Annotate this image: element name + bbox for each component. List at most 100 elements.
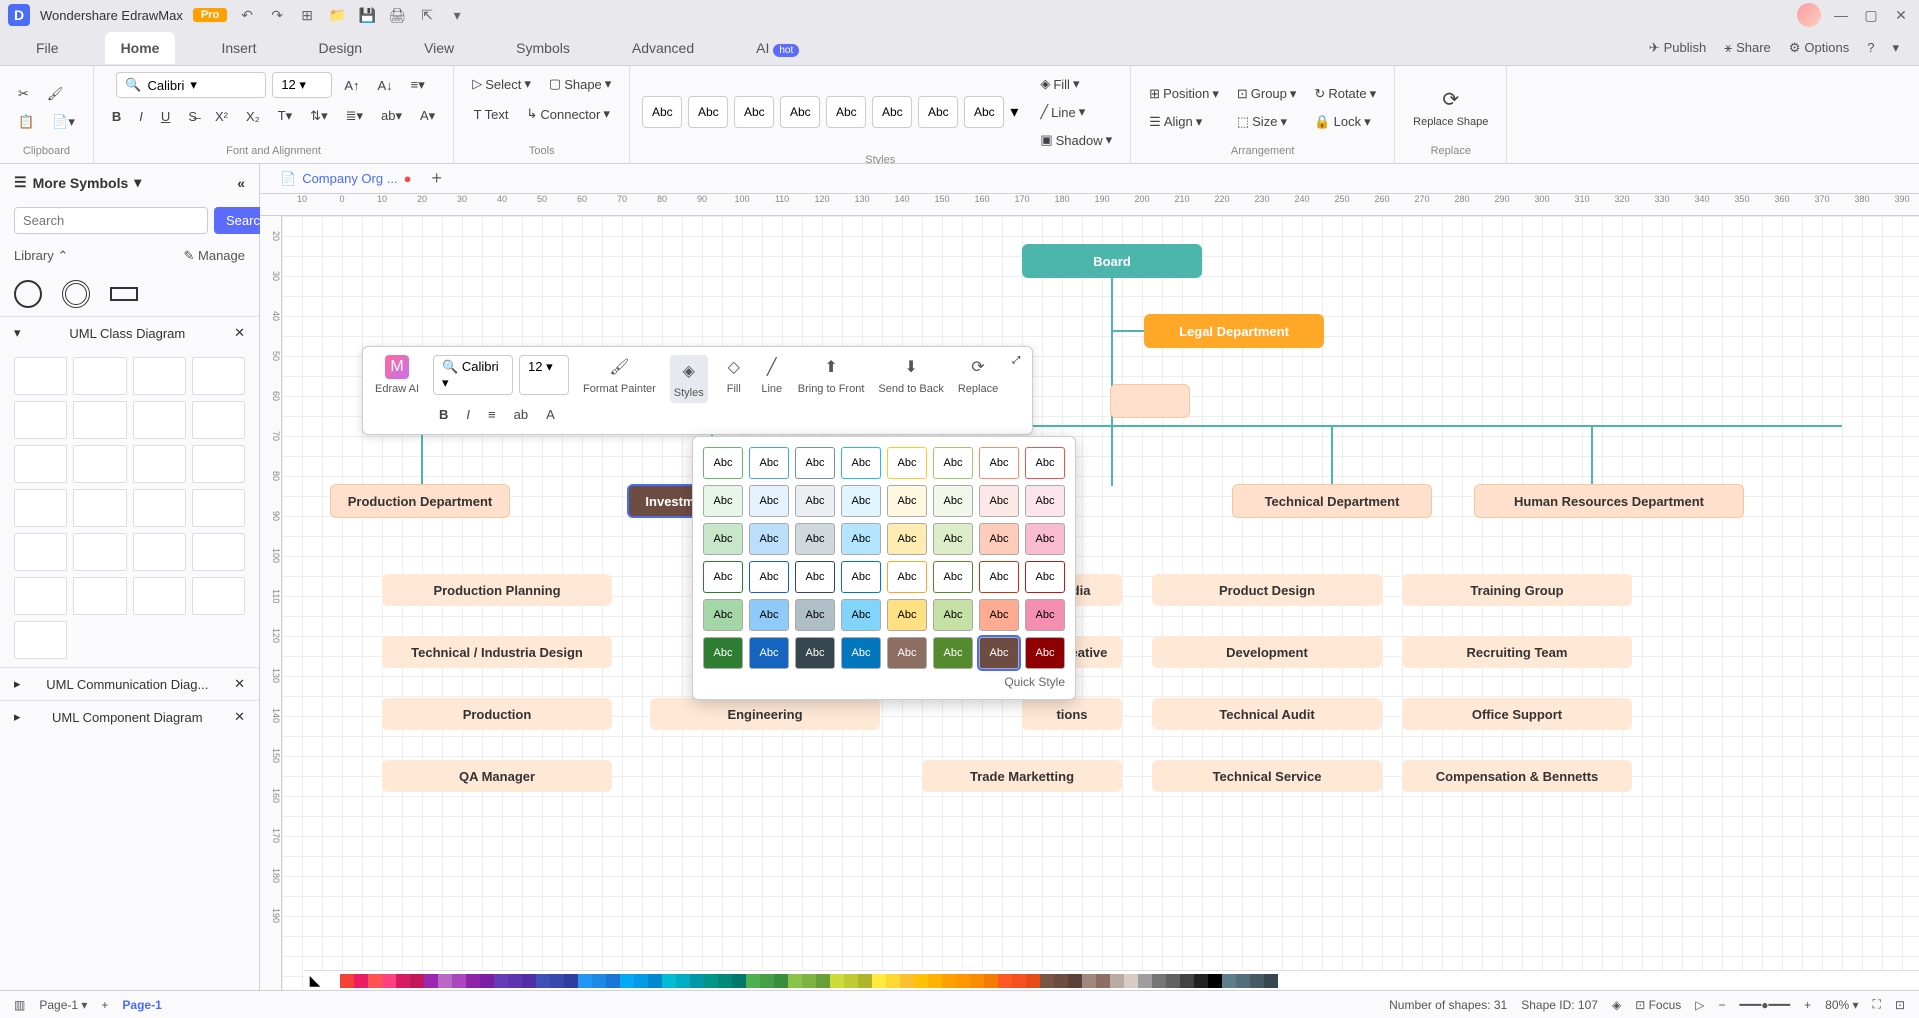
shape-thumb[interactable] [14, 401, 67, 439]
shape-thumb[interactable] [192, 489, 245, 527]
publish-button[interactable]: ✈ Publish [1649, 40, 1707, 56]
node-development[interactable]: Development [1152, 636, 1382, 668]
color-swatch[interactable] [1026, 974, 1040, 988]
ft-align-icon[interactable]: ≡ [482, 403, 502, 426]
color-swatch[interactable] [648, 974, 662, 988]
increase-font-icon[interactable]: A↑ [338, 72, 365, 98]
zoom-level[interactable]: 80% ▾ [1825, 998, 1858, 1012]
color-swatch[interactable] [1138, 974, 1152, 988]
color-swatch[interactable] [998, 974, 1012, 988]
color-swatch[interactable] [956, 974, 970, 988]
position-button[interactable]: ⊞ Position ▾ [1143, 82, 1225, 106]
brush-icon[interactable]: 🖌 [41, 82, 70, 106]
style-swatch[interactable]: Abc [642, 96, 682, 128]
style-option[interactable]: Abc [841, 561, 881, 593]
style-option[interactable]: Abc [1025, 561, 1065, 593]
shape-thumb[interactable] [73, 577, 126, 615]
zoom-out-icon[interactable]: − [1719, 998, 1726, 1012]
menu-ai[interactable]: AIhot [740, 32, 815, 64]
color-swatch[interactable] [368, 974, 382, 988]
color-swatch[interactable] [564, 974, 578, 988]
circle-shape[interactable] [14, 280, 42, 308]
color-swatch[interactable] [1208, 974, 1222, 988]
cut-icon[interactable]: ✂ [12, 82, 35, 106]
bold-icon[interactable]: B [106, 104, 127, 128]
color-swatch[interactable] [914, 974, 928, 988]
style-option[interactable]: Abc [749, 447, 789, 479]
ft-fill-button[interactable]: ◇Fill [722, 355, 746, 395]
color-swatch[interactable] [704, 974, 718, 988]
color-swatch[interactable] [1040, 974, 1054, 988]
rotate-button[interactable]: ↻ Rotate ▾ [1308, 82, 1382, 106]
symbol-search-input[interactable] [14, 207, 208, 234]
color-swatch[interactable] [634, 974, 648, 988]
color-swatch[interactable] [662, 974, 676, 988]
play-icon[interactable]: ▷ [1695, 998, 1704, 1012]
color-swatch[interactable] [1068, 974, 1082, 988]
color-swatch[interactable] [1152, 974, 1166, 988]
shape-thumb[interactable] [192, 577, 245, 615]
style-option[interactable]: Abc [979, 561, 1019, 593]
node-prod-planning[interactable]: Production Planning [382, 574, 612, 606]
close-category-icon[interactable]: ✕ [234, 709, 245, 725]
style-option[interactable]: Abc [1025, 485, 1065, 517]
select-tool[interactable]: ▷ Select ▾ [466, 72, 537, 96]
style-swatch[interactable]: Abc [734, 96, 774, 128]
export-icon[interactable]: ⇱ [417, 5, 437, 25]
color-swatch[interactable] [1166, 974, 1180, 988]
color-swatch[interactable] [550, 974, 564, 988]
page-tab[interactable]: Page-1 [122, 998, 161, 1012]
superscript-icon[interactable]: X² [209, 104, 234, 128]
color-swatch[interactable] [788, 974, 802, 988]
format-painter-button[interactable]: 🖌Format Painter [583, 355, 656, 395]
maximize-icon[interactable]: ▢ [1861, 5, 1881, 25]
share-button[interactable]: ⚹ Share [1724, 40, 1771, 56]
style-option[interactable]: Abc [703, 447, 743, 479]
node-tions[interactable]: tions [1022, 698, 1122, 730]
color-swatch[interactable] [522, 974, 536, 988]
style-option[interactable]: Abc [1025, 523, 1065, 555]
shape-thumb[interactable] [73, 489, 126, 527]
style-option[interactable]: Abc [933, 637, 973, 669]
menu-symbols[interactable]: Symbols [500, 32, 586, 64]
style-option[interactable]: Abc [703, 561, 743, 593]
close-category-icon[interactable]: ✕ [234, 676, 245, 692]
ft-font-select[interactable]: 🔍 Calibri ▾ [433, 355, 513, 395]
color-swatch[interactable] [620, 974, 634, 988]
fill-mode-icon[interactable]: ◣ [304, 972, 326, 989]
page-select[interactable]: Page-1 ▾ [39, 998, 87, 1012]
ft-bold-icon[interactable]: B [433, 403, 454, 426]
category-uml-comp[interactable]: ▸ UML Component Diagram ✕ [0, 700, 259, 733]
color-swatch[interactable] [718, 974, 732, 988]
color-swatch[interactable] [382, 974, 396, 988]
style-swatch[interactable]: Abc [688, 96, 728, 128]
node-tech-service[interactable]: Technical Service [1152, 760, 1382, 792]
color-swatch[interactable] [396, 974, 410, 988]
options-button[interactable]: ⚙ Options [1789, 40, 1849, 56]
style-swatch[interactable]: Abc [964, 96, 1004, 128]
style-option[interactable]: Abc [1025, 637, 1065, 669]
shape-thumb[interactable] [192, 445, 245, 483]
decrease-font-icon[interactable]: A↓ [372, 72, 399, 98]
shape-thumb[interactable] [133, 401, 186, 439]
chevron-down-icon[interactable]: ▾ [1892, 40, 1899, 56]
color-swatch[interactable] [984, 974, 998, 988]
lock-button[interactable]: 🔒 Lock ▾ [1308, 110, 1382, 134]
color-swatch[interactable] [690, 974, 704, 988]
node-trade[interactable]: Trade Marketting [922, 760, 1122, 792]
style-option[interactable]: Abc [979, 447, 1019, 479]
ft-send-back-button[interactable]: ⬇Send to Back [878, 355, 943, 395]
color-swatch[interactable] [326, 974, 340, 988]
style-option[interactable]: Abc [933, 523, 973, 555]
color-swatch[interactable] [1096, 974, 1110, 988]
shape-tool[interactable]: ▢ Shape ▾ [543, 72, 617, 96]
color-swatch[interactable] [942, 974, 956, 988]
color-swatch[interactable] [1124, 974, 1138, 988]
style-option[interactable]: Abc [979, 637, 1019, 669]
underline-icon[interactable]: U [155, 104, 176, 128]
ft-expand-icon[interactable]: ⤢ [1012, 355, 1020, 366]
style-option[interactable]: Abc [887, 599, 927, 631]
color-swatch[interactable] [886, 974, 900, 988]
close-category-icon[interactable]: ✕ [234, 325, 245, 341]
node-technical-dept[interactable]: Technical Department [1232, 484, 1432, 518]
